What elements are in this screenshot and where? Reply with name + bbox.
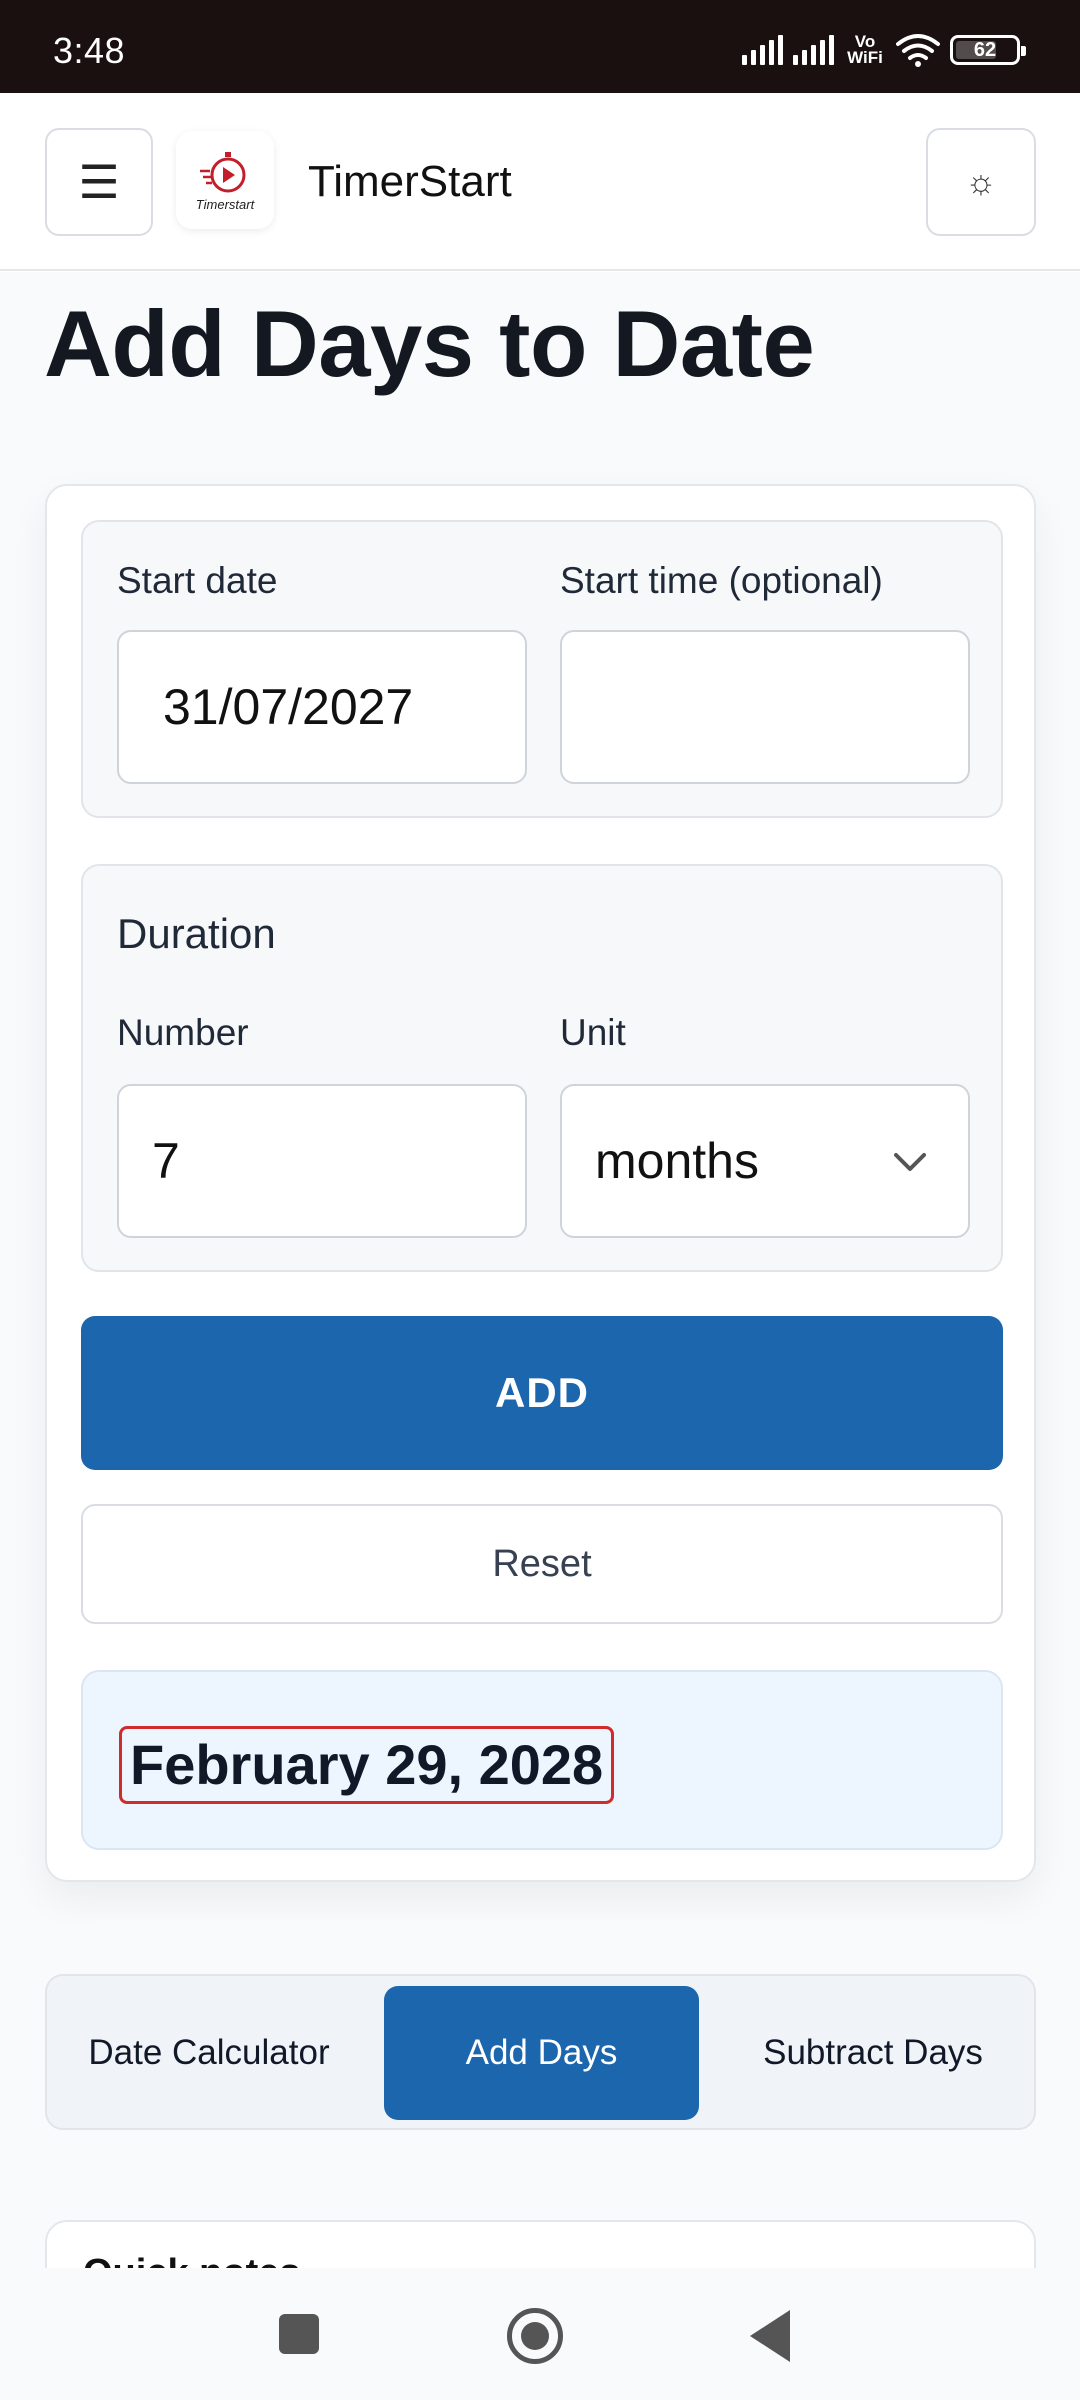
- home-dot: [521, 2322, 549, 2350]
- status-time: 3:48: [53, 30, 126, 71]
- add-button[interactable]: ADD: [81, 1316, 1003, 1470]
- battery-level: 62: [973, 38, 997, 61]
- stopwatch-icon: [200, 151, 246, 192]
- start-date-label: Start date: [117, 560, 278, 601]
- page-title: Add Days to Date: [44, 291, 815, 396]
- wifi-icon: [896, 34, 940, 67]
- recents-icon[interactable]: [279, 2314, 319, 2354]
- battery-icon: 62: [950, 35, 1026, 65]
- unit-value: months: [595, 1133, 759, 1189]
- back-icon[interactable]: [750, 2310, 790, 2362]
- result-panel: February 29, 2028: [81, 1670, 1003, 1850]
- chevron-down-icon: [894, 1153, 926, 1171]
- hamburger-icon: ☰: [78, 156, 120, 208]
- start-panel: Start date Start time (optional) 31/07/2…: [81, 520, 1003, 818]
- tab-subtract-days[interactable]: Subtract Days: [714, 1986, 1032, 2120]
- number-value: 7: [152, 1133, 180, 1189]
- app-title[interactable]: TimerStart: [308, 157, 512, 207]
- duration-panel: Duration Number Unit 7 months: [81, 864, 1003, 1272]
- app-header: ☰ Timerstart TimerStart ☼: [0, 93, 1080, 271]
- status-bar: 3:48 Vo WiFi 62: [0, 0, 1080, 93]
- result-date: February 29, 2028: [119, 1726, 615, 1805]
- number-input[interactable]: 7: [117, 1084, 527, 1238]
- vowifi-indicator: Vo WiFi: [844, 33, 886, 67]
- tab-date-calculator[interactable]: Date Calculator: [53, 1986, 365, 2120]
- menu-button[interactable]: ☰: [45, 128, 153, 236]
- unit-label: Unit: [560, 1012, 626, 1053]
- system-nav-bar: [0, 2268, 1080, 2400]
- sun-icon: ☼: [965, 162, 997, 201]
- tab-add-days[interactable]: Add Days: [384, 1986, 699, 2120]
- start-time-input[interactable]: [560, 630, 970, 784]
- theme-toggle-button[interactable]: ☼: [926, 128, 1036, 236]
- home-icon[interactable]: [507, 2308, 563, 2364]
- calculator-tabs: Date Calculator Add Days Subtract Days: [45, 1974, 1036, 2130]
- start-time-label: Start time (optional): [560, 560, 883, 601]
- main-content: Add Days to Date Start date Start time (…: [0, 272, 1080, 2268]
- quick-notes-title: Quick notes: [83, 2252, 301, 2268]
- quick-notes-card: Quick notes: [45, 2220, 1036, 2268]
- duration-heading: Duration: [117, 910, 276, 957]
- app-logo[interactable]: Timerstart: [176, 131, 274, 229]
- unit-select[interactable]: months: [560, 1084, 970, 1238]
- signal-strength-icon: [742, 35, 783, 65]
- start-date-input[interactable]: 31/07/2027: [117, 630, 527, 784]
- status-icons: Vo WiFi 62: [742, 30, 1026, 70]
- signal-strength-icon-2: [793, 35, 834, 65]
- reset-button[interactable]: Reset: [81, 1504, 1003, 1624]
- number-label: Number: [117, 1012, 249, 1053]
- vowifi-bottom: WiFi: [847, 48, 883, 67]
- start-date-value: 31/07/2027: [163, 679, 414, 735]
- calculator-card: Start date Start time (optional) 31/07/2…: [45, 484, 1036, 1882]
- logo-text: Timerstart: [195, 196, 255, 212]
